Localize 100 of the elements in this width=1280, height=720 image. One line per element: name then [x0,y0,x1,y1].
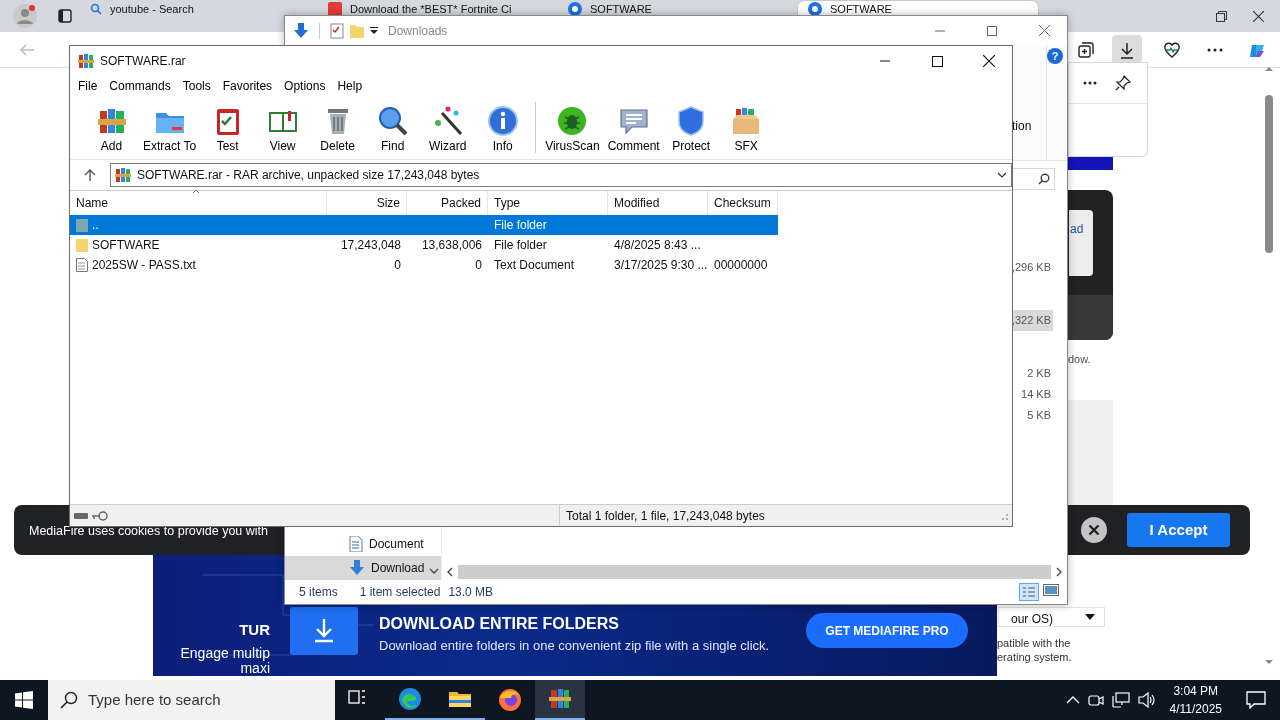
file-row[interactable]: 2025SW - PASS.txt 0 0 Text Document 3/17/2025 9:30 ... 00000000 [70,255,778,275]
toolbar-button[interactable]: Add [84,96,139,159]
browser-tab[interactable]: SOFTWARE [558,1,798,16]
file-row[interactable]: .. File folder [70,215,778,235]
file-name: 2025SW - PASS.txt [92,257,196,274]
toolbar-button[interactable]: Delete [310,96,366,159]
drive-icon [74,511,88,520]
close-icon[interactable] [1081,517,1107,543]
toolbar-button[interactable]: Extract To [139,96,201,159]
notification-icon[interactable] [1246,691,1266,709]
toolbar-button[interactable]: Test [200,96,256,159]
cookie-text: MediaFire uses cookies to provide you with [29,523,268,540]
folder-up-icon [76,218,88,232]
windows-logo-icon [15,691,33,709]
file-name: SOFTWARE [92,237,160,254]
table-cell-text: 00000000 [714,257,768,274]
downloads-button[interactable] [1112,35,1142,65]
archive-icon [548,687,572,711]
search-field[interactable]: Type here to search [48,680,335,720]
select-field[interactable]: our OS) [998,607,1105,627]
menu-item[interactable]: File [72,77,104,95]
text-file-icon [76,258,88,272]
chevron-up-icon[interactable] [1065,696,1080,704]
clock-time: 3:04 PM [1172,683,1220,700]
more-icon[interactable] [1083,81,1097,85]
table-cell-text: 0 [475,257,482,274]
firefox-icon [498,688,522,712]
download-button[interactable]: ad [1069,210,1093,276]
tab-actions-icon[interactable] [58,9,72,23]
search-icon [90,2,102,15]
close-icon[interactable] [1253,10,1264,22]
file-size: ,296 KB [1011,260,1052,275]
scrollbar-thumb[interactable] [458,565,1051,579]
nav-item[interactable]: Document [285,532,441,556]
compat-text: patible with the [997,636,1071,651]
help-button[interactable]: ? [1047,48,1063,64]
avatar-icon[interactable] [13,4,37,28]
menu-item[interactable]: Commands [103,77,177,95]
menu-item[interactable]: Tools [176,77,217,95]
file-size: 2 KB [1026,366,1052,381]
toolbar-button[interactable]: Comment [603,96,664,159]
menu-item[interactable]: Help [331,77,369,95]
scroll-left-icon[interactable] [446,567,454,577]
edge-icon [398,687,422,711]
caret-icon[interactable] [370,26,378,35]
toolbar-button[interactable]: SFX [718,96,774,159]
download-icon [1118,41,1136,59]
thumbnail-view-icon[interactable] [1043,583,1059,597]
toolbar-button[interactable]: Info [475,96,531,159]
close-icon [983,55,995,67]
table-cell-text: 0 [394,257,401,274]
menu-item[interactable]: Options [278,77,332,95]
heart-pulse-icon[interactable] [1163,41,1181,59]
camera-icon[interactable] [1087,692,1104,708]
checklist-icon[interactable] [330,22,344,39]
archive-icon [78,53,94,69]
menu-item[interactable]: Favorites [216,77,279,95]
toolbar-button[interactable]: VirusScan [541,96,604,159]
search-placeholder: Type here to search [88,689,221,710]
table-cell-text: 3/17/2025 9:30 ... [614,257,708,274]
magnifier-icon [376,105,409,137]
taskbar-app[interactable] [535,680,585,720]
pro-button[interactable]: GET MEDIAFIRE PRO [806,613,968,648]
ad-title: TUR [239,620,270,640]
toolbar-button[interactable]: Protect [663,96,719,159]
toolbar-button[interactable]: View [255,96,311,159]
clock-date: 4/11/2025 [1169,701,1222,718]
toolbar-button[interactable]: Wizard [420,96,476,159]
maximize-icon [987,25,997,36]
file-size: 14 KB [1020,387,1052,402]
browser-tab[interactable]: Download the *BEST* Fortnite Ci [318,1,558,16]
collections-icon[interactable] [1076,41,1094,59]
nav-item[interactable]: Download [285,556,441,580]
file-size: 5 KB [1026,408,1052,423]
close-icon [1038,25,1050,36]
info-icon [486,105,519,137]
page-icon [328,1,342,16]
ad-title: DOWNLOAD ENTIRE FOLDERS [379,614,619,634]
table-cell-text: File folder [494,217,547,234]
address-field[interactable]: SOFTWARE.rar - RAR archive, unpacked size 17,243,048 bytes [110,163,1012,187]
restore-icon[interactable] [1216,10,1227,22]
note-text: dow. [1068,352,1091,367]
toolbar-button[interactable]: Find [365,96,421,159]
table-cell-text: 13,638,006 [421,237,482,254]
file-row[interactable]: SOFTWARE 17,243,048 13,638,006 File folder 4/8/2025 8:43 ... [70,235,778,255]
volume-icon[interactable] [1137,692,1156,708]
card-footer [1068,295,1113,340]
folder-icon [76,238,88,252]
accept-button[interactable]: I Accept [1127,513,1230,547]
table-cell-text: File folder [494,237,547,254]
caret-icon [1085,614,1095,620]
scroll-right-icon[interactable] [1055,567,1063,577]
browser-tab[interactable]: youtube - Search [80,1,280,16]
pin-icon[interactable] [1115,75,1131,91]
table-cell-text: 4/8/2025 8:43 ... [614,237,701,254]
up-arrow-icon[interactable] [84,169,96,181]
selection-text: 1 item selected [359,584,441,601]
ad-text: maxi [240,661,270,676]
network-icon[interactable] [1111,692,1130,708]
window-title: Downloads [388,22,449,40]
